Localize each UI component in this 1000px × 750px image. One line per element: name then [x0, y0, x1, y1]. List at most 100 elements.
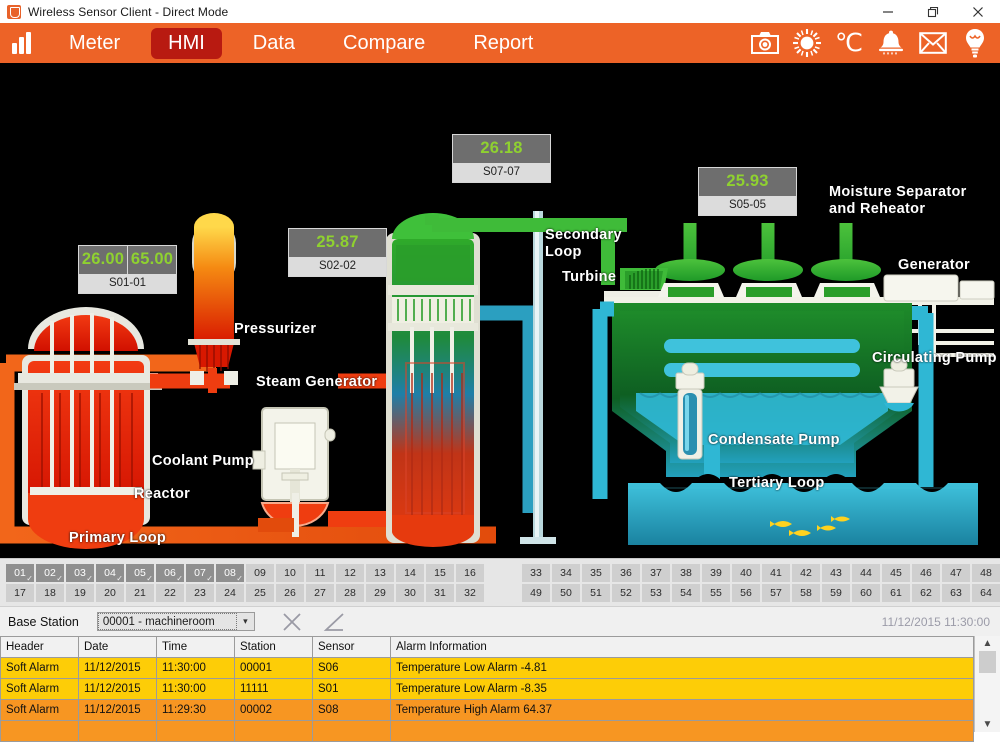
- sensor-cell-61[interactable]: 61: [882, 584, 910, 602]
- sensor-cell-17[interactable]: 17: [6, 584, 34, 602]
- sensor-cell-16[interactable]: 16: [456, 564, 484, 582]
- sensor-cell-38[interactable]: 38: [672, 564, 700, 582]
- alarm-bell-icon[interactable]: [874, 26, 908, 60]
- sensor-cell-49[interactable]: 49: [522, 584, 550, 602]
- scroll-up-icon[interactable]: ▲: [983, 638, 993, 649]
- sensor-cell-01[interactable]: 01: [6, 564, 34, 582]
- table-row[interactable]: [1, 721, 974, 742]
- sensor-cell-36[interactable]: 36: [612, 564, 640, 582]
- sensor-cell-52[interactable]: 52: [612, 584, 640, 602]
- column-header-sensor[interactable]: Sensor: [313, 637, 391, 658]
- sensor-tag-s07-07[interactable]: 26.18 S07-07: [452, 134, 551, 183]
- camera-icon[interactable]: [748, 26, 782, 60]
- sensor-cell-24[interactable]: 24: [216, 584, 244, 602]
- sensor-cell-56[interactable]: 56: [732, 584, 760, 602]
- sensor-cell-06[interactable]: 06: [156, 564, 184, 582]
- celsius-unit-icon[interactable]: ℃: [832, 26, 866, 60]
- table-row[interactable]: Soft Alarm 11/12/2015 11:29:30 00002 S08…: [1, 700, 974, 721]
- sensor-cell-11[interactable]: 11: [306, 564, 334, 582]
- menu-item-data[interactable]: Data: [236, 28, 312, 59]
- menu-item-meter[interactable]: Meter: [52, 28, 137, 59]
- sensor-cell-03[interactable]: 03: [66, 564, 94, 582]
- sensor-cell-32[interactable]: 32: [456, 584, 484, 602]
- close-x-icon[interactable]: [281, 611, 303, 633]
- sensor-cell-26[interactable]: 26: [276, 584, 304, 602]
- sensor-cell-10[interactable]: 10: [276, 564, 304, 582]
- sensor-cell-39[interactable]: 39: [702, 564, 730, 582]
- column-header-header[interactable]: Header: [1, 637, 79, 658]
- base-station-select[interactable]: 00001 - machineroom ▾: [97, 612, 255, 631]
- column-header-station[interactable]: Station: [235, 637, 313, 658]
- sensor-cell-02[interactable]: 02: [36, 564, 64, 582]
- column-header-alarm-information[interactable]: Alarm Information: [391, 637, 974, 658]
- sensor-cell-54[interactable]: 54: [672, 584, 700, 602]
- sensor-cell-63[interactable]: 63: [942, 584, 970, 602]
- minimize-icon[interactable]: [865, 0, 910, 23]
- sensor-cell-53[interactable]: 53: [642, 584, 670, 602]
- sensor-cell-41[interactable]: 41: [762, 564, 790, 582]
- sensor-cell-21[interactable]: 21: [126, 584, 154, 602]
- sensor-cell-51[interactable]: 51: [582, 584, 610, 602]
- sensor-cell-29[interactable]: 29: [366, 584, 394, 602]
- sensor-cell-44[interactable]: 44: [852, 564, 880, 582]
- sensor-cell-33[interactable]: 33: [522, 564, 550, 582]
- sensor-cell-31[interactable]: 31: [426, 584, 454, 602]
- sensor-cell-40[interactable]: 40: [732, 564, 760, 582]
- sensor-tag-s02-02[interactable]: 25.87 S02-02: [288, 228, 387, 277]
- scrollbar-thumb[interactable]: [979, 651, 996, 673]
- sensor-cell-23[interactable]: 23: [186, 584, 214, 602]
- sensor-cell-12[interactable]: 12: [336, 564, 364, 582]
- sensor-cell-05[interactable]: 05: [126, 564, 154, 582]
- sensor-cell-47[interactable]: 47: [942, 564, 970, 582]
- mail-envelope-icon[interactable]: [916, 26, 950, 60]
- sensor-tag-s05-05[interactable]: 25.93 S05-05: [698, 167, 797, 216]
- restore-icon[interactable]: [910, 0, 955, 23]
- sensor-cell-48[interactable]: 48: [972, 564, 1000, 582]
- angle-tool-icon[interactable]: [323, 611, 345, 633]
- lightbulb-icon[interactable]: [958, 26, 992, 60]
- sensor-cell-45[interactable]: 45: [882, 564, 910, 582]
- sensor-cell-28[interactable]: 28: [336, 584, 364, 602]
- sensor-cell-13[interactable]: 13: [366, 564, 394, 582]
- sensor-cell-07[interactable]: 07: [186, 564, 214, 582]
- sensor-cell-59[interactable]: 59: [822, 584, 850, 602]
- scroll-down-icon[interactable]: ▼: [983, 719, 993, 730]
- sensor-cell-20[interactable]: 20: [96, 584, 124, 602]
- table-scrollbar[interactable]: ▲ ▼: [974, 636, 1000, 732]
- sensor-cell-30[interactable]: 30: [396, 584, 424, 602]
- sensor-tag-s01-01[interactable]: 26.00 65.00 S01-01: [78, 245, 177, 294]
- table-row[interactable]: Soft Alarm 11/12/2015 11:30:00 11111 S01…: [1, 679, 974, 700]
- sensor-cell-09[interactable]: 09: [246, 564, 274, 582]
- column-header-time[interactable]: Time: [157, 637, 235, 658]
- sensor-cell-19[interactable]: 19: [66, 584, 94, 602]
- sensor-cell-34[interactable]: 34: [552, 564, 580, 582]
- sensor-cell-22[interactable]: 22: [156, 584, 184, 602]
- sensor-cell-35[interactable]: 35: [582, 564, 610, 582]
- menu-item-compare[interactable]: Compare: [326, 28, 442, 59]
- sensor-cell-42[interactable]: 42: [792, 564, 820, 582]
- sensor-cell-57[interactable]: 57: [762, 584, 790, 602]
- sensor-cell-27[interactable]: 27: [306, 584, 334, 602]
- sensor-cell-58[interactable]: 58: [792, 584, 820, 602]
- sensor-cell-15[interactable]: 15: [426, 564, 454, 582]
- sensor-cell-04[interactable]: 04: [96, 564, 124, 582]
- sensor-cell-25[interactable]: 25: [246, 584, 274, 602]
- sensor-cell-46[interactable]: 46: [912, 564, 940, 582]
- sensor-cell-43[interactable]: 43: [822, 564, 850, 582]
- sensor-cell-08[interactable]: 08: [216, 564, 244, 582]
- sensor-cell-50[interactable]: 50: [552, 584, 580, 602]
- sensor-cell-14[interactable]: 14: [396, 564, 424, 582]
- sensor-cell-18[interactable]: 18: [36, 584, 64, 602]
- sensor-cell-64[interactable]: 64: [972, 584, 1000, 602]
- sensor-cell-55[interactable]: 55: [702, 584, 730, 602]
- chevron-down-icon[interactable]: ▾: [237, 616, 254, 627]
- sensor-cell-37[interactable]: 37: [642, 564, 670, 582]
- sensor-cell-62[interactable]: 62: [912, 584, 940, 602]
- table-row[interactable]: Soft Alarm 11/12/2015 11:30:00 00001 S06…: [1, 658, 974, 679]
- close-icon[interactable]: [955, 0, 1000, 23]
- menu-item-hmi[interactable]: HMI: [151, 28, 222, 59]
- sensor-cell-60[interactable]: 60: [852, 584, 880, 602]
- column-header-date[interactable]: Date: [79, 637, 157, 658]
- brightness-sun-icon[interactable]: [790, 26, 824, 60]
- menu-item-report[interactable]: Report: [456, 28, 550, 59]
